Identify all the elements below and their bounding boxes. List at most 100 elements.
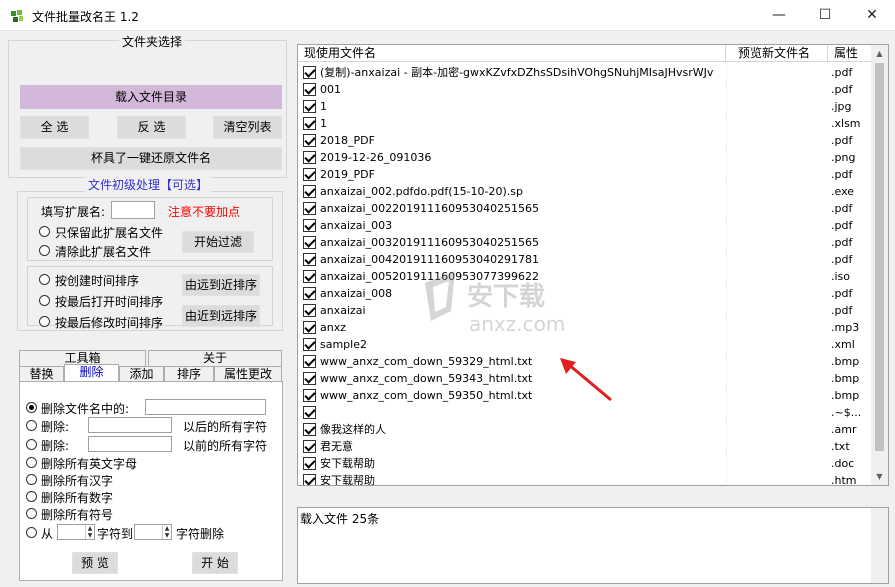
keep-extension-radio[interactable] (39, 226, 50, 237)
row-checkbox[interactable] (303, 66, 316, 79)
column-current-name[interactable]: 现使用文件名 (298, 45, 726, 62)
range-start-stepper[interactable]: ▲ ▼ (57, 524, 95, 540)
delete-digits-radio[interactable] (26, 491, 37, 502)
minimize-button[interactable]: — (756, 0, 802, 30)
row-checkbox[interactable] (303, 457, 316, 470)
table-row[interactable]: 2019_PDF .pdf (298, 166, 873, 183)
tab-delete[interactable]: 删除 (64, 364, 119, 382)
table-row[interactable]: sample2 .xml (298, 336, 873, 353)
select-all-button[interactable]: 全 选 (20, 116, 89, 139)
scroll-down-icon[interactable]: ▼ (871, 468, 888, 485)
row-checkbox[interactable] (303, 355, 316, 368)
table-row[interactable]: 安下载帮助 .doc (298, 455, 873, 472)
table-row[interactable]: .~$... (298, 404, 873, 421)
start-button[interactable]: 开 始 (192, 552, 238, 574)
row-checkbox[interactable] (303, 372, 316, 385)
row-checkbox[interactable] (303, 83, 316, 96)
row-checkbox[interactable] (303, 440, 316, 453)
table-row[interactable]: 君无意 .txt (298, 438, 873, 455)
row-checkbox[interactable] (303, 474, 316, 485)
remove-extension-radio[interactable] (39, 245, 50, 256)
table-row[interactable]: anxaizai_008 .pdf (298, 285, 873, 302)
range-end-stepper[interactable]: ▲ ▼ (134, 524, 172, 540)
row-current-name: anxaizai_0032019111609530402515​65 (320, 236, 540, 249)
scroll-up-icon[interactable]: ▲ (871, 45, 888, 62)
tab-replace[interactable]: 替换 (19, 366, 64, 382)
column-preview-name[interactable]: 预览新文件名 (726, 45, 828, 62)
tab-sort[interactable]: 排序 (164, 366, 214, 382)
table-row[interactable]: anxaizai_005201911160953077399622 .iso (298, 268, 873, 285)
row-checkbox[interactable] (303, 321, 316, 334)
tab-attributes[interactable]: 属性更改 (214, 366, 282, 382)
row-checkbox[interactable] (303, 304, 316, 317)
table-row[interactable]: anxz .mp3 (298, 319, 873, 336)
row-checkbox[interactable] (303, 134, 316, 147)
delete-contains-input[interactable] (145, 399, 266, 415)
delete-chinese-radio[interactable] (26, 474, 37, 485)
close-button[interactable]: ✕ (849, 0, 895, 30)
extension-input[interactable] (111, 201, 155, 219)
sort-modified-radio[interactable] (39, 316, 50, 327)
row-checkbox[interactable] (303, 406, 316, 419)
preview-button[interactable]: 预 览 (72, 552, 118, 574)
table-row[interactable]: anxaizai_0032019111609530402515​65 .pdf (298, 234, 873, 251)
delete-symbols-radio[interactable] (26, 508, 37, 519)
row-checkbox[interactable] (303, 219, 316, 232)
row-checkbox[interactable] (303, 117, 316, 130)
table-row[interactable]: anxaizai_003 .pdf (298, 217, 873, 234)
delete-range-radio[interactable] (26, 527, 37, 538)
table-row[interactable]: 像我这样的人 .amr (298, 421, 873, 438)
table-row[interactable]: 2018_PDF .pdf (298, 132, 873, 149)
row-preview-name (726, 183, 828, 200)
table-row[interactable]: anxaizai_0022019111609530402515​65 .pdf (298, 200, 873, 217)
tab-about[interactable]: 关于 (148, 350, 282, 366)
table-row[interactable]: 安下载帮助 .htm (298, 472, 873, 485)
delete-after-radio[interactable] (26, 420, 37, 431)
delete-before-radio[interactable] (26, 439, 37, 450)
tab-add[interactable]: 添加 (119, 366, 164, 382)
row-checkbox[interactable] (303, 253, 316, 266)
log-scrollbar[interactable] (871, 508, 888, 583)
sort-far-to-near-button[interactable]: 由远到近排序 (182, 274, 260, 296)
scroll-thumb[interactable] (875, 63, 884, 451)
sort-opened-label: 按最后打开时间排序 (55, 295, 164, 309)
delete-contains-radio[interactable] (26, 402, 37, 413)
row-checkbox[interactable] (303, 338, 316, 351)
delete-after-input[interactable] (88, 417, 172, 433)
row-checkbox[interactable] (303, 389, 316, 402)
maximize-button[interactable]: ☐ (802, 0, 848, 30)
row-checkbox[interactable] (303, 236, 316, 249)
row-checkbox[interactable] (303, 202, 316, 215)
table-row[interactable]: anxaizai .pdf (298, 302, 873, 319)
file-list[interactable]: 现使用文件名 预览新文件名 属性 (复制)-anxaizai - 副本-加密-g… (297, 44, 889, 486)
invert-selection-button[interactable]: 反 选 (117, 116, 186, 139)
clear-list-button[interactable]: 清空列表 (213, 116, 282, 139)
table-row[interactable]: 1 .xlsm (298, 115, 873, 132)
table-row[interactable]: 2019-12-26_091036 .png (298, 149, 873, 166)
table-row[interactable]: (复制)-anxaizai - 副本-加密-gwxKZvfxDZhsSDsihV… (298, 64, 873, 81)
sort-created-radio[interactable] (39, 274, 50, 285)
restore-names-button[interactable]: 杯具了一键还原文件名 (20, 147, 282, 170)
sort-opened-radio[interactable] (39, 295, 50, 306)
table-row[interactable]: anxaizai_002.pdfdo.pdf(15-10-20).sp .exe (298, 183, 873, 200)
delete-english-radio[interactable] (26, 457, 37, 468)
row-checkbox[interactable] (303, 423, 316, 436)
row-checkbox[interactable] (303, 100, 316, 113)
start-filter-button[interactable]: 开始过滤 (182, 231, 254, 253)
row-checkbox[interactable] (303, 287, 316, 300)
table-row[interactable]: 001 .pdf (298, 81, 873, 98)
column-attribute[interactable]: 属性 (828, 45, 873, 62)
log-box[interactable]: 载入文件 25条 (297, 507, 889, 584)
sort-near-to-far-button[interactable]: 由近到远排序 (182, 305, 260, 327)
row-current-name: anxaizai_003 (320, 219, 393, 232)
table-row[interactable]: anxaizai_004201911160953040291781 .pdf (298, 251, 873, 268)
row-checkbox[interactable] (303, 185, 316, 198)
row-preview-name (726, 353, 828, 370)
table-row[interactable]: 1 .jpg (298, 98, 873, 115)
load-directory-button[interactable]: 载入文件目录 (20, 85, 282, 109)
file-list-scrollbar[interactable]: ▲ ▼ (871, 45, 888, 485)
row-checkbox[interactable] (303, 151, 316, 164)
delete-before-input[interactable] (88, 436, 172, 452)
row-checkbox[interactable] (303, 168, 316, 181)
row-checkbox[interactable] (303, 270, 316, 283)
